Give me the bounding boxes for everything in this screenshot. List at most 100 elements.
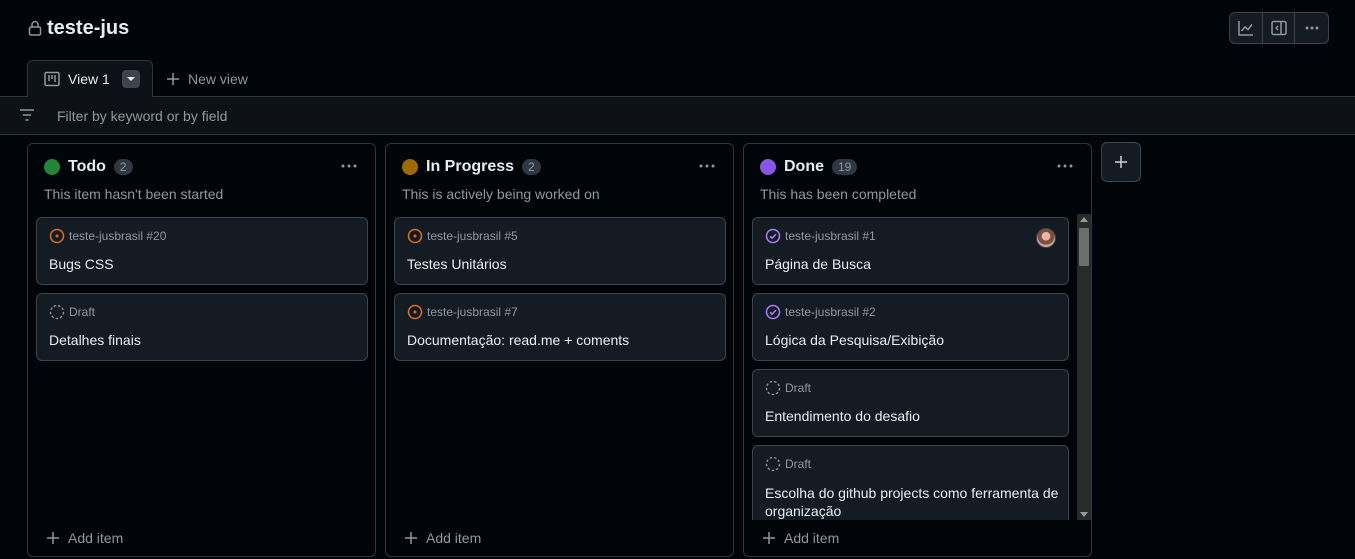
top-actions [1229, 12, 1329, 44]
lock-icon [28, 20, 42, 36]
card-meta: teste-jusbrasil #7 [407, 304, 518, 320]
card-title[interactable]: Documentação: read.me + coments [407, 331, 707, 349]
kebab-icon [699, 164, 715, 168]
card-reference: teste-jusbrasil #5 [427, 229, 518, 243]
issue-closed-icon [765, 228, 781, 244]
card-meta: Draft [765, 380, 811, 396]
card-item[interactable]: teste-jusbrasil #1 Página de Busca [752, 217, 1069, 285]
side-panel-icon [1270, 20, 1287, 36]
card-reference: teste-jusbrasil #7 [427, 305, 518, 319]
insights-button[interactable] [1230, 13, 1263, 43]
status-dot [760, 159, 776, 175]
card-meta: Draft [49, 304, 95, 320]
card-item[interactable]: Draft Escolha do github projects como fe… [752, 445, 1069, 520]
column-scroll-area[interactable]: teste-jusbrasil #1 Página de Busca teste… [744, 212, 1091, 520]
card-title[interactable]: Detalhes finais [49, 331, 349, 349]
card-meta: teste-jusbrasil #5 [407, 228, 518, 244]
card-item[interactable]: teste-jusbrasil #7 Documentação: read.me… [394, 293, 726, 361]
new-view-button[interactable]: New view [166, 60, 248, 97]
plus-icon [167, 72, 179, 85]
column-count-badge: 19 [832, 159, 858, 175]
issue-opened-icon [407, 304, 423, 320]
plus-icon [1115, 156, 1127, 168]
column-count-badge: 2 [113, 159, 133, 175]
board-icon [44, 71, 60, 87]
scroll-thumb[interactable] [1079, 228, 1089, 266]
card-reference: teste-jusbrasil #20 [69, 229, 167, 243]
chart-icon [1238, 21, 1253, 36]
scroll-down-arrow[interactable] [1080, 512, 1088, 517]
view-options-button[interactable] [121, 70, 140, 88]
assignee-avatar[interactable] [1036, 228, 1056, 248]
column-menu-button[interactable] [699, 158, 715, 179]
add-item-label: Add item [426, 530, 482, 546]
column-scrollbar[interactable] [1077, 214, 1091, 520]
column-description: This item hasn't been started [44, 186, 224, 202]
card-meta: teste-jusbrasil #20 [49, 228, 166, 244]
card-title[interactable]: Entendimento do desafio [765, 407, 1065, 425]
view-tabs: View 1 New view [0, 60, 1355, 98]
issue-opened-icon [407, 228, 423, 244]
triangle-down-icon [126, 77, 135, 81]
draft-icon [765, 456, 781, 472]
card-item[interactable]: Draft Entendimento do desafio [752, 369, 1069, 437]
card-meta: teste-jusbrasil #1 [765, 228, 876, 244]
new-view-label: New view [188, 70, 248, 87]
card-item[interactable]: teste-jusbrasil #2 Lógica da Pesquisa/Ex… [752, 293, 1069, 361]
card-meta: Draft [765, 456, 811, 472]
card-title[interactable]: Bugs CSS [49, 255, 349, 273]
card-title[interactable]: Página de Busca [765, 255, 1065, 273]
card-item[interactable]: teste-jusbrasil #20 Bugs CSS [36, 217, 368, 285]
kebab-icon [1305, 26, 1319, 30]
tab-view-1[interactable]: View 1 [27, 60, 153, 98]
draft-icon [49, 304, 65, 320]
column-title: In Progress [426, 158, 515, 175]
more-options-button[interactable] [1295, 13, 1328, 43]
column-description: This is actively being worked on [402, 186, 600, 202]
plus-icon [405, 532, 417, 544]
status-dot [402, 159, 418, 175]
add-item-button[interactable]: Add item [404, 530, 481, 546]
project-title[interactable]: teste-jus [47, 17, 129, 40]
status-dot [44, 159, 60, 175]
add-item-button[interactable]: Add item [46, 530, 123, 546]
card-title[interactable]: Testes Unitários [407, 255, 707, 273]
issue-closed-icon [765, 304, 781, 320]
column-done: Done 19 This has been completed teste-ju… [743, 143, 1092, 557]
filter-icon[interactable] [19, 108, 35, 122]
side-panel-button[interactable] [1263, 13, 1296, 43]
add-item-button[interactable]: Add item [762, 530, 839, 546]
add-item-label: Add item [68, 530, 124, 546]
card-item[interactable]: Draft Detalhes finais [36, 293, 368, 361]
column-header: In Progress 2 [402, 158, 541, 176]
column-description: This has been completed [760, 186, 917, 202]
card-reference: teste-jusbrasil #2 [785, 305, 876, 319]
column-in-progress: In Progress 2 This is actively being wor… [385, 143, 734, 557]
add-column-button[interactable] [1101, 142, 1141, 182]
card-title[interactable]: Escolha do github projects como ferramen… [765, 484, 1065, 520]
kebab-icon [341, 164, 357, 168]
kebab-icon [1057, 164, 1073, 168]
draft-icon [765, 380, 781, 396]
column-title: Todo [68, 158, 106, 175]
column-header: Todo 2 [44, 158, 133, 176]
issue-opened-icon [49, 228, 65, 244]
scroll-up-arrow[interactable] [1080, 217, 1088, 222]
card-reference: Draft [785, 381, 812, 395]
column-title: Done [784, 158, 824, 175]
card-meta: teste-jusbrasil #2 [765, 304, 876, 320]
column-header: Done 19 [760, 158, 858, 176]
card-item[interactable]: teste-jusbrasil #5 Testes Unitários [394, 217, 726, 285]
card-title[interactable]: Lógica da Pesquisa/Exibição [765, 331, 1065, 349]
column-menu-button[interactable] [1057, 158, 1073, 179]
project-header: teste-jus [28, 14, 129, 42]
filter-bar: Filter by keyword or by field [0, 97, 1355, 135]
plus-icon [763, 532, 775, 544]
filter-input[interactable]: Filter by keyword or by field [57, 108, 227, 124]
column-todo: Todo 2 This item hasn't been started tes… [27, 143, 376, 557]
card-reference: teste-jusbrasil #1 [785, 229, 876, 243]
column-menu-button[interactable] [341, 158, 357, 179]
tab-label: View 1 [68, 71, 110, 87]
card-reference: Draft [785, 457, 812, 471]
column-count-badge: 2 [522, 159, 541, 175]
